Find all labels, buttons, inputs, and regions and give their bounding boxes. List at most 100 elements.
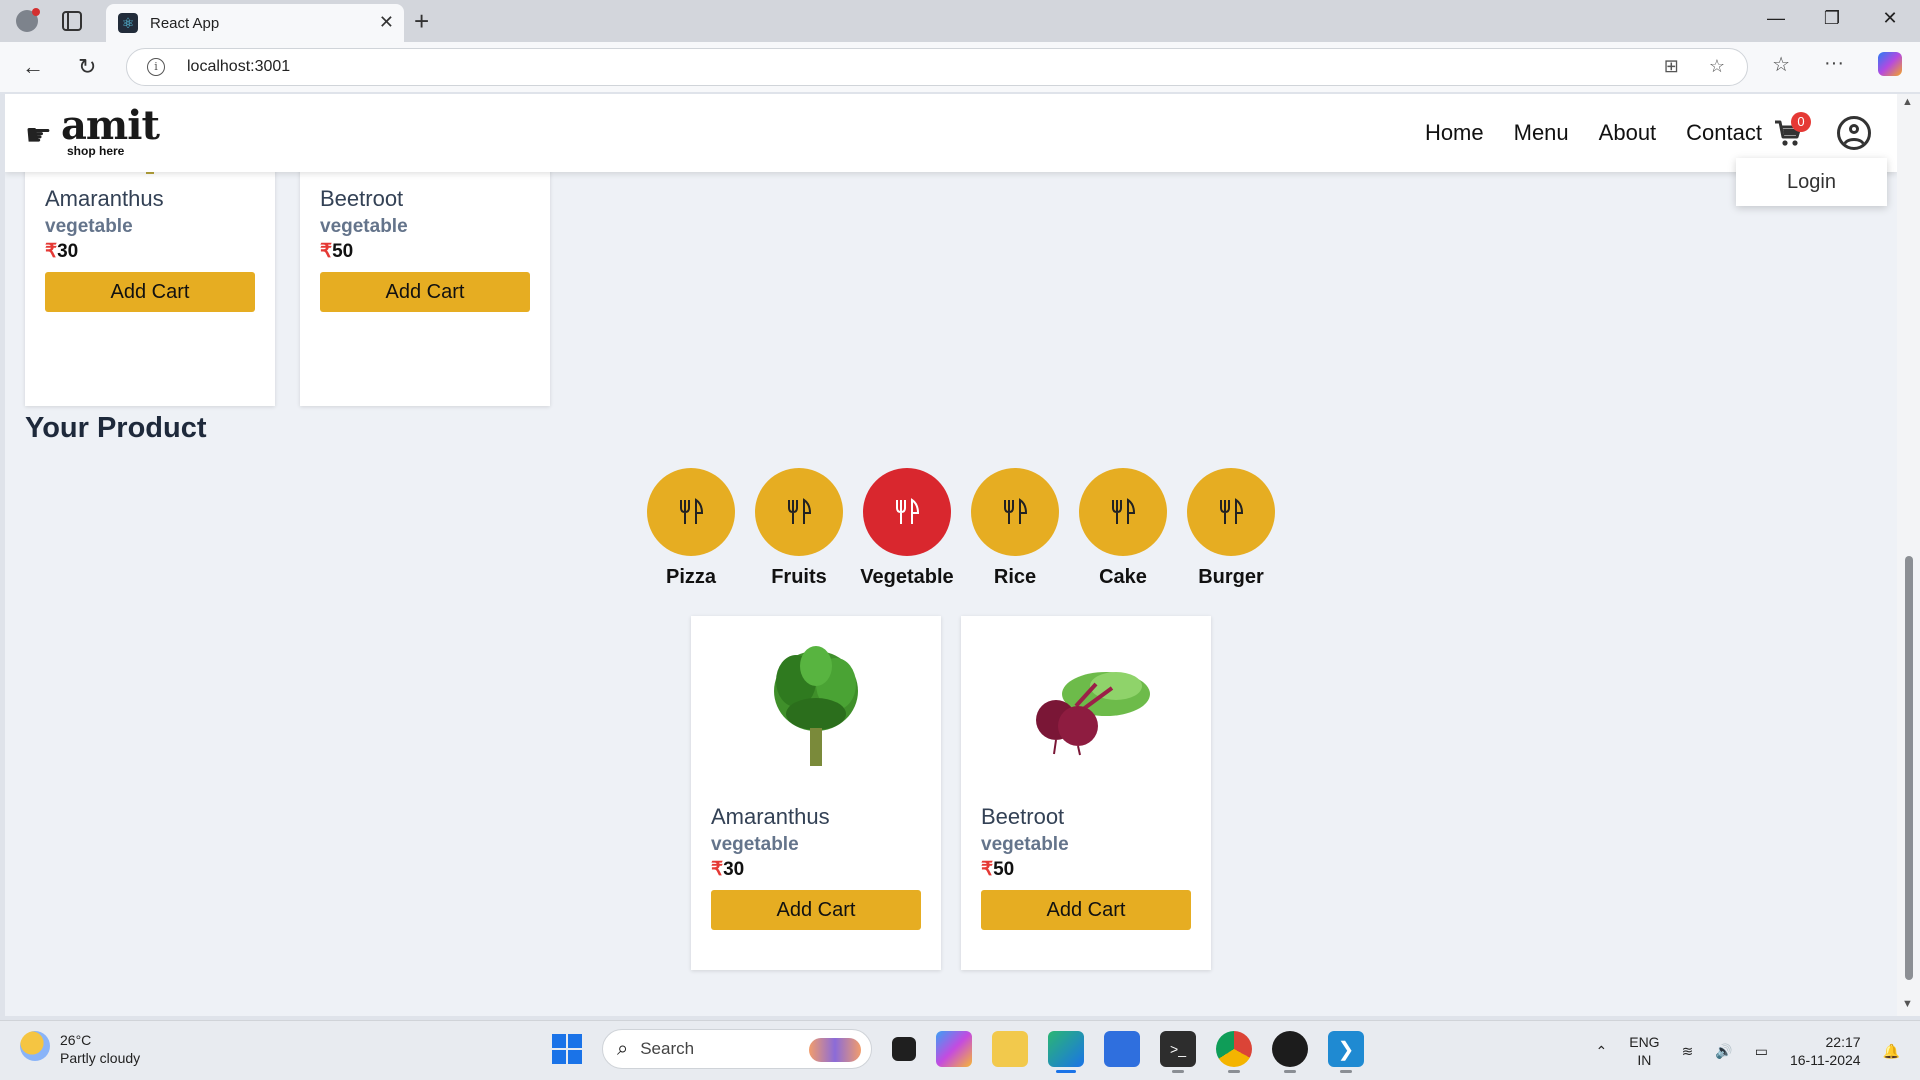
add-cart-button[interactable]: Add Cart — [320, 272, 530, 312]
restore-icon[interactable]: ❐ — [1812, 8, 1852, 29]
price-value: 50 — [332, 241, 354, 262]
main-nav: Home Menu About Contact — [1425, 120, 1762, 146]
url-field[interactable]: i localhost:3001 ⊞ ☆ — [126, 48, 1748, 86]
url-text[interactable]: localhost:3001 — [187, 58, 290, 76]
window-close-icon[interactable]: ✕ — [1870, 8, 1910, 29]
category-burger[interactable]: Burger — [1177, 468, 1285, 589]
tab-actions-icon[interactable] — [62, 11, 82, 31]
new-tab-icon[interactable]: + — [414, 6, 429, 37]
user-account-icon[interactable] — [1837, 116, 1871, 150]
temperature: 26°C — [60, 1032, 92, 1048]
product-price: ₹30 — [45, 240, 78, 263]
wifi-icon[interactable]: ≋ — [1682, 1043, 1694, 1060]
clock-date: 16-11-2024 — [1789, 1052, 1861, 1068]
page-viewport: ☛ amit shop here Home Menu About Contact… — [5, 94, 1897, 1016]
tab-close-icon[interactable]: ✕ — [379, 12, 394, 33]
category-cake[interactable]: Cake — [1069, 468, 1177, 589]
product-category: vegetable — [981, 834, 1069, 855]
category-filter: Pizza Fruits Vegetable Rice Cake Burger — [637, 468, 1285, 589]
product-price: ₹30 — [711, 858, 744, 881]
battery-icon[interactable]: ▭ — [1755, 1043, 1768, 1060]
terminal-icon[interactable]: >_ — [1160, 1031, 1196, 1073]
logo-subtitle: shop here — [67, 144, 125, 158]
chrome-icon[interactable] — [1216, 1031, 1252, 1073]
rupee-symbol: ₹ — [45, 241, 58, 262]
nav-contact[interactable]: Contact — [1686, 120, 1762, 146]
price-value: 30 — [57, 241, 79, 262]
cart-icon[interactable]: 0 — [1773, 112, 1811, 152]
refresh-icon[interactable]: ↻ — [78, 54, 96, 80]
windows-start-icon[interactable] — [552, 1034, 582, 1064]
system-clock[interactable]: 22:17 16-11-2024 — [1790, 1033, 1861, 1069]
product-price: ₹50 — [981, 858, 1014, 881]
amaranthus-image — [691, 616, 941, 796]
site-info-icon[interactable]: i — [147, 58, 165, 76]
back-icon[interactable]: ← — [22, 54, 44, 80]
price-value: 30 — [723, 859, 745, 880]
favorites-icon[interactable]: ☆ — [1772, 52, 1790, 77]
section-title: Your Product — [25, 412, 207, 444]
edge-browser-icon[interactable] — [1048, 1031, 1084, 1073]
scroll-up-icon[interactable]: ▲ — [1902, 96, 1913, 108]
taskbar-search[interactable]: ⌕ Search — [602, 1029, 872, 1069]
file-explorer-icon[interactable] — [992, 1031, 1028, 1067]
notification-bell-icon[interactable]: 🔔 — [1883, 1043, 1900, 1060]
rupee-symbol: ₹ — [711, 859, 724, 880]
app-available-icon[interactable]: ⊞ — [1664, 56, 1679, 77]
product-category: vegetable — [45, 216, 133, 237]
obs-icon[interactable] — [1272, 1031, 1308, 1073]
microsoft-store-icon[interactable] — [1104, 1031, 1140, 1067]
search-placeholder: Search — [640, 1039, 695, 1058]
cutlery-icon — [1079, 468, 1167, 556]
weather-widget[interactable]: 26°C Partly cloudy — [20, 1031, 140, 1067]
category-rice[interactable]: Rice — [961, 468, 1069, 589]
cutlery-icon — [755, 468, 843, 556]
price-value: 50 — [993, 859, 1015, 880]
browser-tab-bar: ⚛ React App ✕ + — ❐ ✕ — [0, 0, 1920, 42]
add-cart-button[interactable]: Add Cart — [45, 272, 255, 312]
region: IN — [1637, 1052, 1652, 1068]
vscode-icon[interactable]: ❯ — [1328, 1031, 1364, 1073]
site-logo[interactable]: ☛ amit shop here — [25, 102, 160, 162]
windows-taskbar: 26°C Partly cloudy ⌕ Search >_ ❯ ⌃ ENG I… — [0, 1020, 1920, 1080]
language: ENG — [1629, 1034, 1660, 1050]
show-hidden-icons-icon[interactable]: ⌃ — [1596, 1043, 1608, 1060]
scroll-thumb[interactable] — [1905, 556, 1913, 980]
nav-home[interactable]: Home — [1425, 120, 1484, 146]
more-options-icon[interactable]: ··· — [1824, 52, 1844, 77]
minimize-icon[interactable]: — — [1756, 8, 1796, 29]
add-cart-button[interactable]: Add Cart — [711, 890, 921, 930]
category-vegetable[interactable]: Vegetable — [853, 468, 961, 589]
clock-time: 22:17 — [1825, 1034, 1861, 1050]
product-name: Amaranthus — [45, 186, 164, 211]
category-label: Rice — [993, 566, 1037, 588]
add-cart-button[interactable]: Add Cart — [981, 890, 1191, 930]
profile-icon[interactable] — [10, 6, 44, 36]
task-view-icon[interactable] — [892, 1037, 916, 1061]
partly-cloudy-icon — [20, 1031, 50, 1061]
login-dropdown-item[interactable]: Login — [1736, 158, 1887, 206]
browser-tab[interactable]: ⚛ React App ✕ — [106, 4, 404, 42]
product-card: Beetroot vegetable ₹50 Add Cart — [961, 616, 1211, 970]
category-label: Pizza — [665, 566, 717, 588]
page-scrollbar[interactable]: ▲ ▼ — [1897, 94, 1920, 1016]
favorite-star-icon[interactable]: ☆ — [1709, 56, 1725, 77]
hand-pointer-icon: ☛ — [25, 119, 52, 152]
logo-text: amit — [61, 102, 160, 149]
copilot-app-icon[interactable] — [936, 1031, 972, 1067]
product-name: Amaranthus — [711, 804, 830, 829]
volume-icon[interactable]: 🔊 — [1715, 1043, 1732, 1060]
react-favicon-icon: ⚛ — [118, 13, 138, 33]
beetroot-image — [961, 616, 1211, 796]
copilot-icon[interactable] — [1878, 52, 1902, 76]
nav-about[interactable]: About — [1599, 120, 1657, 146]
category-label: Fruits — [771, 566, 827, 588]
scroll-down-icon[interactable]: ▼ — [1902, 998, 1913, 1010]
category-pizza[interactable]: Pizza — [637, 468, 745, 589]
nav-menu[interactable]: Menu — [1514, 120, 1569, 146]
category-fruits[interactable]: Fruits — [745, 468, 853, 589]
language-indicator[interactable]: ENG IN — [1629, 1033, 1659, 1069]
rupee-symbol: ₹ — [320, 241, 333, 262]
search-highlight-icon — [809, 1038, 861, 1062]
product-price: ₹50 — [320, 240, 353, 263]
